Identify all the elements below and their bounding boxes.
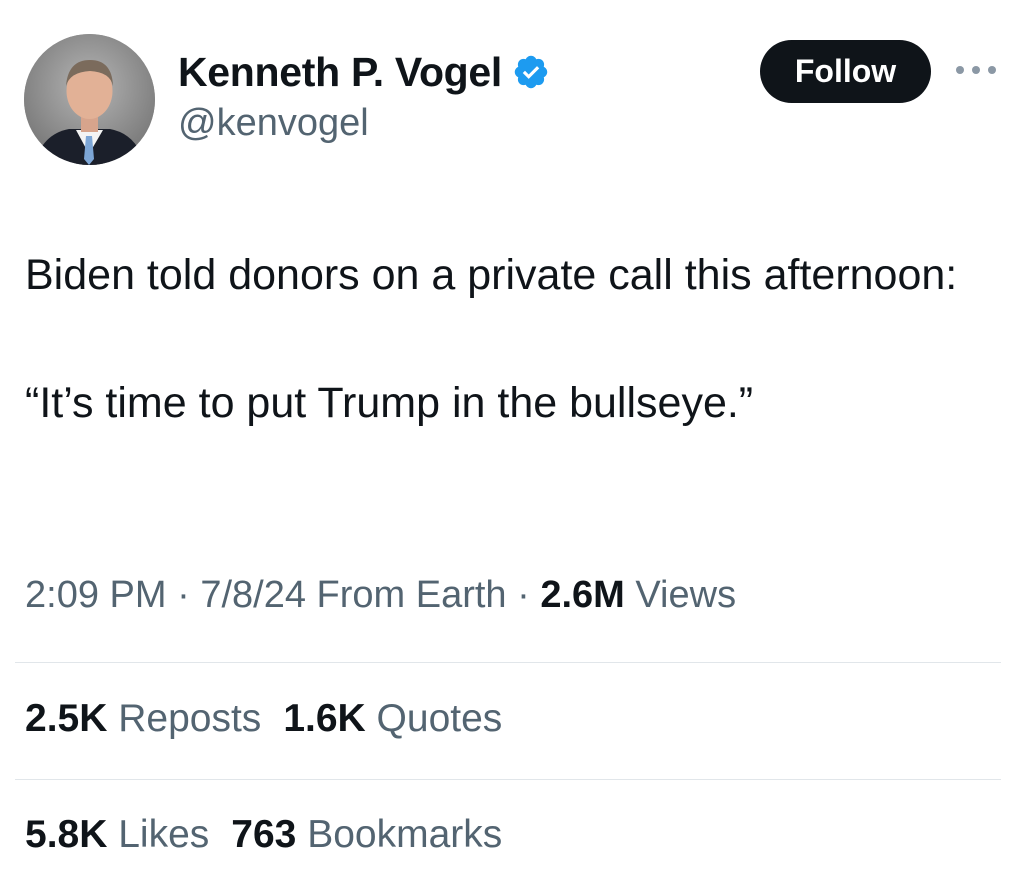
likes-count: 5.8K — [25, 813, 108, 856]
divider — [15, 779, 1001, 780]
likes-stat[interactable]: 5.8K Likes — [25, 813, 209, 857]
tweet-text-quote: “It’s time to put Trump in the bullseye.… — [25, 379, 754, 427]
tweet-text: Biden told donors on a private call this… — [25, 244, 985, 434]
tweet-time[interactable]: 2:09 PM — [25, 574, 167, 616]
stats-row-reposts-quotes: 2.5K Reposts 1.6K Quotes — [25, 697, 502, 741]
meta-separator: · — [506, 574, 541, 616]
reposts-stat[interactable]: 2.5K Reposts — [25, 697, 261, 741]
more-dot — [956, 66, 964, 74]
follow-button[interactable]: Follow — [760, 40, 931, 103]
tweet-text-line: Biden told donors on a private call this… — [25, 251, 958, 299]
views-count: 2.6M — [540, 574, 625, 616]
avatar[interactable] — [24, 34, 155, 165]
stats-row-likes-bookmarks: 5.8K Likes 763 Bookmarks — [25, 813, 502, 857]
bookmarks-label: Bookmarks — [307, 813, 503, 856]
quotes-label: Quotes — [376, 697, 503, 740]
more-horizontal-icon[interactable] — [956, 62, 996, 78]
tweet-date-location[interactable]: 7/8/24 From Earth — [200, 574, 506, 616]
author-display-name[interactable]: Kenneth P. Vogel — [178, 49, 502, 96]
reposts-count: 2.5K — [25, 697, 108, 740]
divider — [15, 662, 1001, 663]
bookmarks-stat[interactable]: 763 Bookmarks — [231, 813, 502, 857]
reposts-label: Reposts — [118, 697, 262, 740]
quotes-count: 1.6K — [283, 697, 366, 740]
avatar-photo — [24, 34, 155, 165]
tweet-meta: 2:09 PM · 7/8/24 From Earth · 2.6M Views — [25, 574, 736, 617]
author-name-row: Kenneth P. Vogel — [178, 44, 550, 100]
views-label: Views — [624, 574, 737, 616]
likes-label: Likes — [118, 813, 210, 856]
verified-badge-icon[interactable] — [512, 53, 550, 91]
more-dot — [972, 66, 980, 74]
tweet-card: Kenneth P. Vogel @kenvogel Follow Biden … — [0, 0, 1024, 884]
more-dot — [988, 66, 996, 74]
bookmarks-count: 763 — [231, 813, 297, 856]
author-handle[interactable]: @kenvogel — [178, 102, 369, 145]
meta-separator: · — [166, 574, 201, 616]
quotes-stat[interactable]: 1.6K Quotes — [283, 697, 502, 741]
